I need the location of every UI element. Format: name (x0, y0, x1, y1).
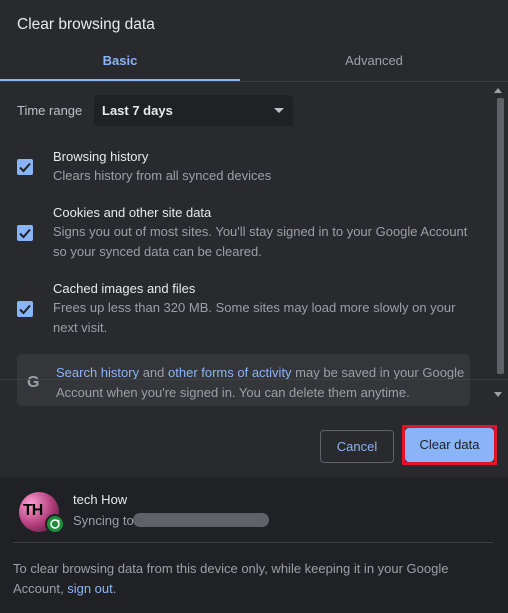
caret-down-icon (274, 108, 284, 113)
account-name: tech How (73, 492, 128, 507)
search-history-link[interactable]: Search history (56, 365, 139, 380)
sync-status-label: Syncing to (73, 513, 134, 528)
browsing-history-title: Browsing history (53, 149, 149, 164)
time-range-select[interactable]: Last 7 days (94, 95, 293, 126)
cached-images-title: Cached images and files (53, 281, 196, 296)
dialog-title: Clear browsing data (17, 16, 155, 33)
cached-images-checkbox[interactable] (17, 301, 33, 317)
redacted-email (133, 513, 269, 527)
selected-tab-indicator (0, 79, 240, 81)
cookies-checkbox[interactable] (17, 225, 33, 241)
cookies-title: Cookies and other site data (53, 205, 212, 220)
cancel-button[interactable]: Cancel (320, 430, 394, 463)
google-g-icon: G (27, 374, 40, 391)
browsing-history-checkbox[interactable] (17, 159, 33, 175)
notice-text: Search history and other forms of activi… (56, 363, 466, 403)
content-divider (0, 379, 508, 380)
sign-out-note: To clear browsing data from this device … (13, 559, 483, 599)
sign-out-note-end: . (112, 581, 117, 596)
scrollbar-thumb[interactable] (497, 98, 504, 374)
sync-icon (45, 514, 65, 534)
tab-basic[interactable]: Basic (0, 44, 240, 80)
checkmark-icon (19, 304, 31, 315)
sign-out-link[interactable]: sign out (67, 581, 113, 596)
footer-divider (13, 542, 493, 543)
other-activity-link[interactable]: other forms of activity (168, 365, 292, 380)
clear-browsing-data-dialog: Clear browsing data Basic Advanced Time … (0, 0, 508, 613)
avatar-letters: TH (23, 502, 43, 519)
notice-connector: and (139, 365, 169, 380)
scroll-up-arrow-icon[interactable] (494, 88, 502, 93)
scroll-down-arrow-icon[interactable] (494, 392, 502, 397)
tab-bar: Basic Advanced (0, 44, 508, 82)
checkmark-icon (19, 162, 31, 173)
time-range-label: Time range (17, 103, 83, 118)
tab-advanced[interactable]: Advanced (240, 44, 508, 80)
activity-notice: G Search history and other forms of acti… (17, 354, 470, 406)
clear-data-button[interactable]: Clear data (405, 428, 494, 462)
cached-images-description: Frees up less than 320 MB. Some sites ma… (53, 300, 456, 335)
browsing-history-description: Clears history from all synced devices (53, 168, 272, 183)
cookies-description: Signs you out of most sites. You'll stay… (53, 224, 468, 259)
time-range-value: Last 7 days (102, 103, 173, 118)
checkmark-icon (19, 228, 31, 239)
